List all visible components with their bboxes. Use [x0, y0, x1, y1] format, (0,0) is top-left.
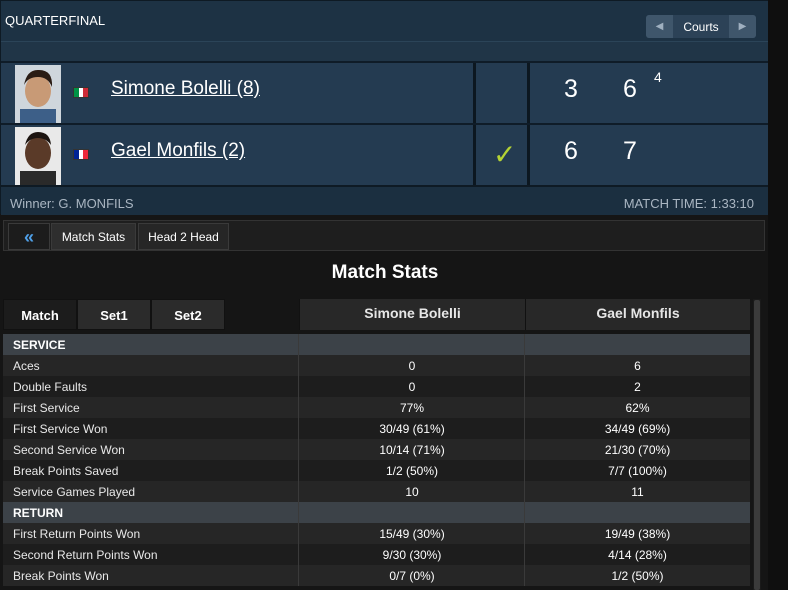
stat-value-player-1: 1/2 (50%) [385, 464, 439, 478]
stat-label: First Return Points Won [13, 527, 141, 541]
courts-label[interactable]: Courts [676, 20, 726, 34]
stat-value-player-1: 10 [405, 485, 419, 499]
italy-flag-icon [73, 87, 89, 98]
stat-value-player-2: 4/14 (28%) [608, 548, 667, 562]
stat-value-player-2: 6 [634, 359, 641, 373]
stat-label: Second Service Won [13, 443, 125, 457]
divider [473, 63, 476, 125]
stat-value-player-2: 1/2 (50%) [611, 569, 664, 583]
match-time: MATCH TIME: 1:33:10 [623, 196, 754, 211]
divider [527, 125, 530, 187]
stat-value-player-2: 62% [625, 401, 650, 415]
stat-value-player-1: 77% [399, 401, 425, 415]
player-2-set-2: 7 [623, 137, 637, 165]
tab-head-2-head[interactable]: Head 2 Head [138, 223, 229, 250]
column-separator [524, 502, 525, 523]
stat-value-player-2: 34/49 (69%) [604, 422, 671, 436]
tab-match[interactable]: Match [3, 299, 77, 330]
next-court-icon[interactable]: ▶ [729, 15, 756, 38]
stat-value-player-1: 15/49 (30%) [379, 527, 445, 541]
stat-label: First Service Won [13, 422, 108, 436]
result-bar: Winner: G. MONFILS MATCH TIME: 1:33:10 [1, 185, 769, 215]
section-row: SERVICE [3, 334, 750, 355]
stat-label: Aces [13, 359, 40, 373]
winner-check-icon: ✓ [493, 139, 517, 170]
stats-title: Match Stats [331, 262, 439, 283]
column-separator [298, 502, 299, 523]
stat-value-player-1: 9/30 (30%) [382, 548, 442, 562]
stat-label: Break Points Won [13, 569, 109, 583]
stat-row: Aces 0 6 [3, 355, 750, 376]
stat-value-player-1: 0/7 (0%) [389, 569, 435, 583]
stat-label: Double Faults [13, 380, 88, 394]
player-1-tiebreak: 4 [654, 69, 662, 85]
scrollbar-thumb[interactable] [754, 300, 760, 590]
column-header-player-2: Gael Monfils [525, 299, 750, 330]
player-1-name[interactable]: Simone Bolelli (8) [111, 78, 260, 100]
tab-set1[interactable]: Set1 [77, 299, 151, 330]
tab-match-stats[interactable]: Match Stats [51, 223, 136, 250]
stat-label: Service Games Played [13, 485, 136, 499]
stat-label: First Service [13, 401, 80, 415]
stats-table-header: Match Set1 Set2 Simone Bolelli Gael Monf… [3, 299, 750, 330]
column-separator [524, 334, 525, 355]
back-icon[interactable]: « [8, 223, 50, 250]
courts-switcher: ◀ Courts ▶ [646, 15, 756, 38]
column-header-player-1: Simone Bolelli [299, 299, 525, 330]
stat-value-player-1: 0 [408, 380, 416, 394]
prev-court-icon[interactable]: ◀ [646, 15, 673, 38]
stat-row: First Service 77% 62% [3, 397, 750, 418]
column-separator [298, 334, 299, 355]
section-label: SERVICE [13, 338, 66, 352]
round-bar: QUARTERFINAL ◀ Courts ▶ [1, 1, 769, 41]
stat-row: Service Games Played 10 11 [3, 481, 750, 502]
stat-value-player-1: 10/14 (71%) [379, 443, 445, 457]
player-1-avatar [15, 65, 61, 123]
stat-value-player-1: 30/49 (61%) [379, 422, 445, 436]
section-label: RETURN [13, 506, 63, 520]
section-row: RETURN [3, 502, 750, 523]
divider [527, 63, 530, 125]
player-2-avatar [15, 127, 61, 185]
stat-row: Break Points Won 0/7 (0%) 1/2 (50%) [3, 565, 750, 586]
stat-row: First Return Points Won 15/49 (30%) 19/49 … [3, 523, 750, 544]
winner-text: Winner: G. MONFILS [10, 196, 134, 211]
stat-label: Second Return Points Won [13, 548, 158, 562]
match-center: QUARTERFINAL ◀ Courts ▶ Simone Bolelli (… [0, 0, 788, 590]
stat-row: Break Points Saved 1/2 (50%) 7/7 (100%) [3, 460, 750, 481]
stat-value-player-2: 2 [634, 380, 641, 394]
subheader-bar [1, 41, 769, 61]
stat-value-player-2: 19/49 (38%) [604, 527, 671, 541]
tab-set2[interactable]: Set2 [151, 299, 225, 330]
player-2-name[interactable]: Gael Monfils (2) [111, 140, 245, 162]
player-1-set-1: 3 [564, 75, 578, 103]
player-2-set-1: 6 [564, 137, 578, 165]
tabs-bar: « Match Stats Head 2 Head [3, 220, 765, 251]
scoreboard: QUARTERFINAL ◀ Courts ▶ Simone Bolelli (… [0, 0, 770, 215]
stat-value-player-1: 0 [408, 359, 416, 373]
stat-row: Second Service Won 10/14 (71%) 21/30 (70%) [3, 439, 750, 460]
player-row-1: Simone Bolelli (8) 3 6 4 [1, 61, 769, 125]
stat-label: Break Points Saved [13, 464, 119, 478]
stat-value-player-2: 7/7 (100%) [608, 464, 667, 478]
france-flag-icon [73, 149, 89, 160]
stat-value-player-2: 21/30 (70%) [604, 443, 671, 457]
stat-row: Second Return Points Won 9/30 (30%) 4/14 (… [3, 544, 750, 565]
page-edge [768, 0, 788, 590]
player-1-set-2: 6 [623, 75, 637, 103]
stat-row: First Service Won 30/49 (61%) 34/49 (69%) [3, 418, 750, 439]
player-row-2: Gael Monfils (2) ✓ 6 7 [1, 123, 769, 187]
divider [473, 125, 476, 187]
round-title: QUARTERFINAL [5, 13, 106, 28]
stat-value-player-2: 11 [631, 485, 644, 499]
stat-row: Double Faults 0 2 [3, 376, 750, 397]
